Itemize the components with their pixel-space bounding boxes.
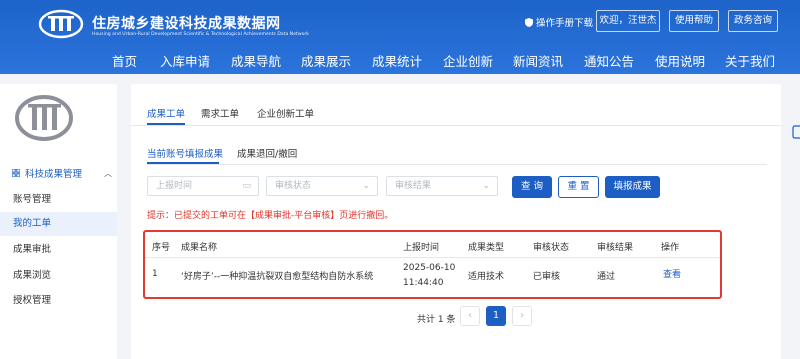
cell-name: ‘好房子’--一种抑温抗裂双自愈型结构自防水系统 (181, 272, 374, 282)
sidebar-item-approval[interactable]: 成果审批 (0, 238, 117, 262)
shield-icon (525, 17, 533, 27)
col-header-type: 成果类型 (468, 243, 505, 253)
nav-item-innovation[interactable]: 企业创新 (443, 51, 493, 70)
calendar-icon: ▭ (242, 181, 251, 191)
nav-item-home[interactable]: 首页 (112, 51, 137, 70)
col-header-action: 操作 (661, 243, 680, 253)
nav-item-showcase[interactable]: 成果展示 (301, 51, 351, 70)
nav-item-apply[interactable]: 入库申请 (160, 51, 210, 70)
cell-status: 已审核 (533, 272, 561, 282)
side-logo-emblem (15, 95, 73, 141)
sidebar-group-label: 科技成果管理 (25, 169, 83, 180)
tab-returned[interactable]: 成果退回/撤回 (237, 146, 297, 160)
subtabs-divider (147, 164, 767, 165)
current-page-button[interactable]: 1 (486, 306, 506, 326)
sidebar-item-browse[interactable]: 成果浏览 (0, 264, 117, 288)
nav-item-statistics[interactable]: 成果统计 (372, 51, 422, 70)
next-page-button[interactable]: › (512, 306, 532, 326)
nav-item-instructions[interactable]: 使用说明 (655, 51, 705, 70)
tab-innovation-orders[interactable]: 企业创新工单 (257, 106, 314, 120)
cell-time: 11:44:40 (403, 278, 444, 288)
search-button[interactable]: 查 询 (512, 176, 552, 198)
cell-date: 2025-06-10 (403, 263, 456, 273)
sidebar: 科技成果管理 ︿ 账号管理 我的工单 成果审批 成果浏览 授权管理 (0, 84, 117, 359)
cell-result: 通过 (597, 272, 616, 282)
tab-current-account[interactable]: 当前账号填报成果 (147, 146, 223, 160)
withdraw-tip: 提示：已提交的工单可在【成果审批-平台审核】页进行撤回。 (147, 211, 394, 221)
chevron-down-icon: ⌄ (362, 181, 370, 191)
audit-status-placeholder: 审核状态 (275, 181, 312, 191)
manual-download-label: 操作手册下载 (536, 18, 594, 29)
welcome-user-button[interactable]: 欢迎，汪世杰 (596, 10, 660, 32)
audit-result-placeholder: 审核结果 (395, 181, 432, 191)
tab-achievement-orders[interactable]: 成果工单 (147, 106, 185, 120)
site-subtitle: Housing and Urban-Rural Development Scie… (92, 32, 309, 37)
table-header-divider (145, 257, 720, 258)
sidebar-item-authorization[interactable]: 授权管理 (0, 289, 117, 313)
cell-index: 1 (152, 269, 158, 279)
col-header-result: 审核结果 (597, 243, 634, 253)
audit-status-select[interactable]: 审核状态 ⌄ (266, 176, 378, 196)
prev-page-button[interactable]: ‹ (460, 306, 480, 326)
sidebar-item-accounts[interactable]: 账号管理 (0, 188, 117, 212)
report-date-picker[interactable]: 上报时间 ▭ (147, 176, 259, 196)
nav-item-notices[interactable]: 通知公告 (584, 51, 634, 70)
chevron-up-icon: ︿ (104, 168, 112, 178)
reset-button[interactable]: 重 置 (558, 176, 599, 198)
sidebar-item-my-orders[interactable]: 我的工单 (0, 212, 117, 236)
nav-item-about[interactable]: 关于我们 (725, 51, 775, 70)
chevron-down-icon: ⌄ (482, 181, 490, 191)
nav-item-news[interactable]: 新闻资讯 (513, 51, 563, 70)
audit-result-select[interactable]: 审核结果 ⌄ (386, 176, 498, 196)
nav-item-navigation[interactable]: 成果导航 (231, 51, 281, 70)
grid-icon (12, 169, 20, 177)
site-title: 住房城乡建设科技成果数据网 (92, 16, 281, 32)
logo-emblem[interactable] (38, 9, 84, 39)
sidebar-group-tech-management[interactable]: 科技成果管理 ︿ (12, 166, 112, 180)
col-header-name: 成果名称 (181, 243, 218, 253)
orders-table: 序号 成果名称 上报时间 成果类型 审核状态 审核结果 操作 1 ‘好房子’--… (143, 230, 722, 299)
report-date-placeholder: 上报时间 (156, 181, 193, 191)
col-header-date: 上报时间 (403, 243, 440, 253)
col-header-index: 序号 (152, 243, 171, 253)
view-link[interactable]: 查看 (663, 267, 681, 280)
manual-download-link[interactable]: 操作手册下载 (525, 15, 593, 29)
col-header-status: 审核状态 (533, 243, 570, 253)
tabs-divider (131, 125, 781, 126)
help-button[interactable]: 使用帮助 (669, 10, 719, 32)
feedback-tab-icon[interactable] (792, 125, 800, 139)
main-panel: 成果工单 需求工单 企业创新工单 当前账号填报成果 成果退回/撤回 上报时间 ▭… (131, 84, 781, 359)
add-achievement-button[interactable]: 填报成果 (605, 176, 660, 198)
site-header: 住房城乡建设科技成果数据网 Housing and Urban-Rural De… (0, 0, 800, 74)
pagination-total: 共计 1 条 (417, 315, 456, 325)
main-nav: 首页 入库申请 成果导航 成果展示 成果统计 企业创新 新闻资讯 通知公告 使用… (0, 47, 800, 73)
consult-button[interactable]: 政务咨询 (728, 10, 778, 32)
cell-type: 适用技术 (468, 272, 505, 282)
tab-demand-orders[interactable]: 需求工单 (201, 106, 239, 120)
